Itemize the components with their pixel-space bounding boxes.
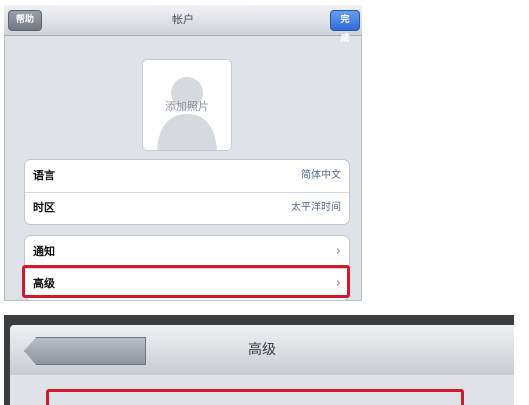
advanced-row[interactable]: 高级 › — [25, 268, 349, 300]
language-row[interactable]: 语言 简体中文 — [25, 160, 349, 193]
account-screen: 帐户 帮助 完成 添加照片 语言 简体中文 时区 太平洋时间 通知 › 高级 › — [4, 5, 362, 301]
row-value: 简体中文 — [301, 170, 341, 181]
row-value: 太平洋时间 — [291, 202, 341, 213]
add-photo-button[interactable]: 添加照片 — [142, 59, 232, 151]
row-label: 通知 — [33, 245, 55, 258]
highlight-box — [46, 389, 464, 405]
row-label: 时区 — [33, 201, 55, 214]
help-button[interactable]: 帮助 — [8, 10, 42, 31]
done-button[interactable]: 完成 — [330, 10, 360, 44]
advanced-screen: 高级 — [4, 315, 514, 405]
chevron-right-icon: › — [335, 244, 341, 259]
add-photo-label: 添加照片 — [165, 100, 209, 113]
settings-group-locale: 语言 简体中文 时区 太平洋时间 — [24, 159, 350, 225]
navigation-bar: 高级 — [10, 325, 514, 375]
navigation-bar: 帐户 帮助 完成 — [4, 5, 362, 44]
page-title: 帐户 — [172, 13, 194, 26]
timezone-row[interactable]: 时区 太平洋时间 — [25, 192, 349, 224]
row-label: 高级 — [33, 277, 55, 290]
settings-group-more: 通知 › 高级 › — [24, 235, 350, 301]
row-label: 语言 — [33, 169, 55, 182]
page-title: 高级 — [248, 342, 276, 358]
chevron-right-icon: › — [335, 276, 341, 291]
notifications-row[interactable]: 通知 › — [25, 236, 349, 269]
advanced-content — [10, 375, 514, 405]
